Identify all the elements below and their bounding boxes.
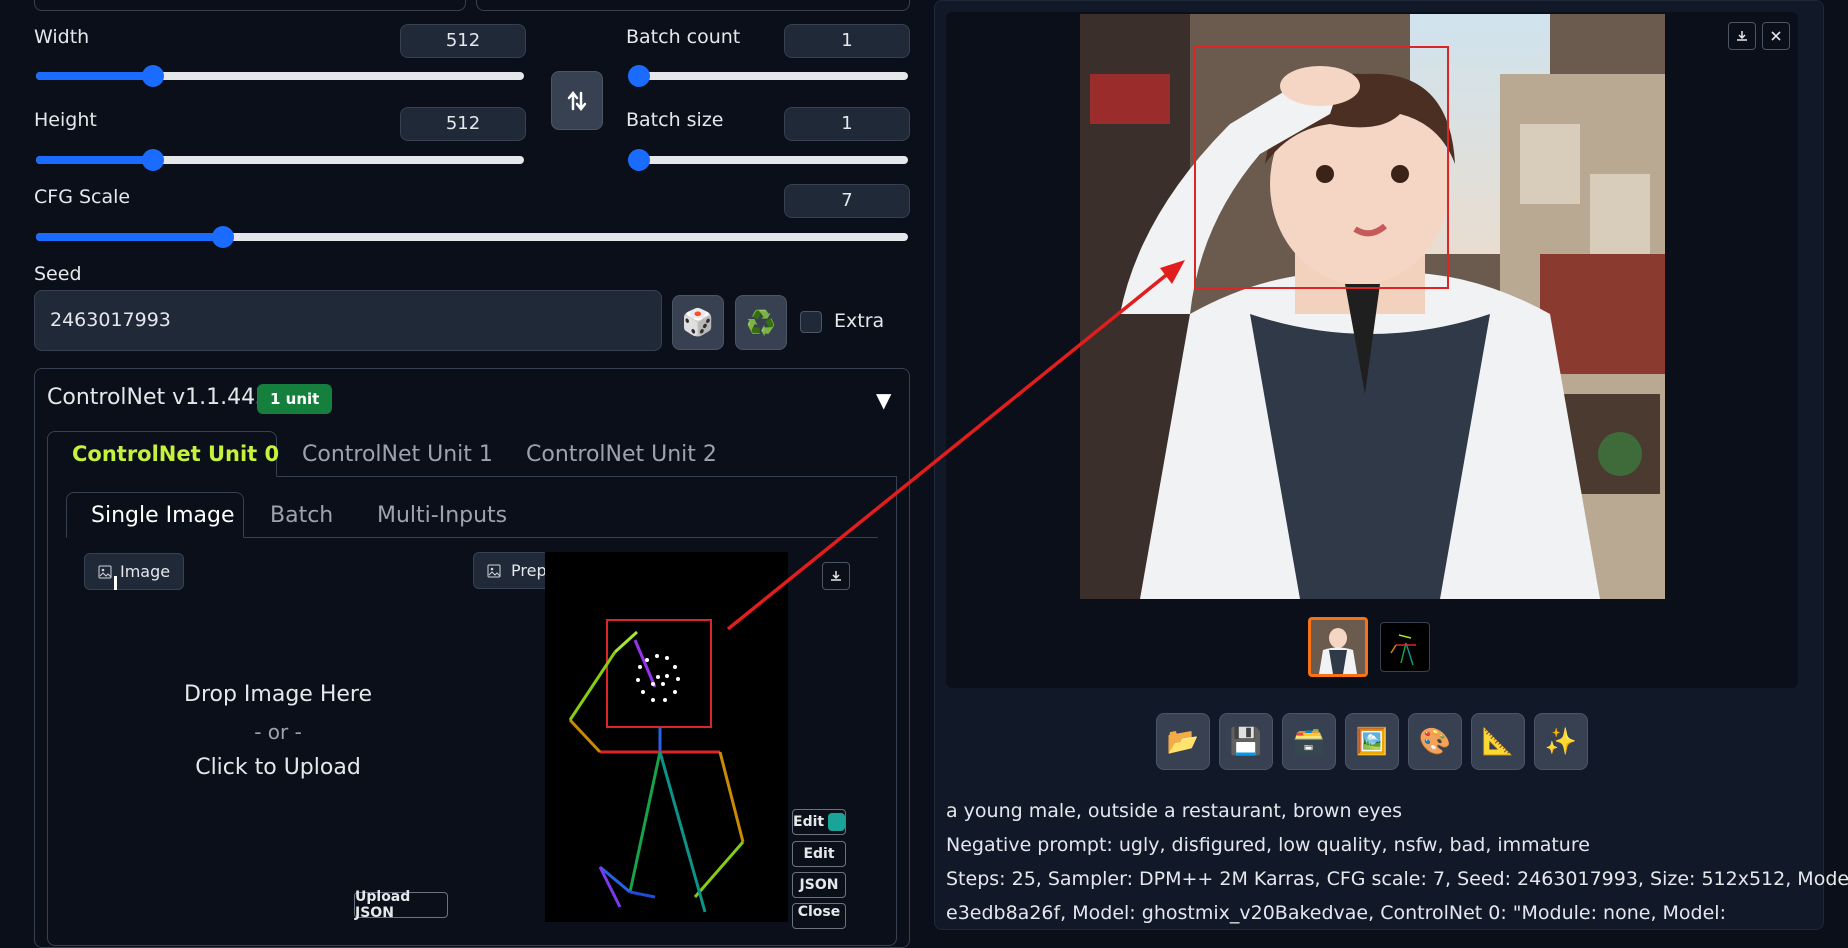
batch-count-slider[interactable] (628, 65, 908, 87)
tab-single-image-label: Single Image (91, 503, 235, 528)
floppy-disk-icon: 💾 (1229, 726, 1263, 757)
sparkles-button[interactable]: ✨ (1534, 713, 1588, 770)
download-image-button[interactable] (1728, 22, 1756, 50)
tab-unit-0-label: ControlNet Unit 0 (72, 442, 280, 466)
cfg-scale-slider[interactable] (36, 226, 908, 248)
seed-label: Seed (34, 263, 82, 285)
json-button[interactable]: JSON (792, 872, 846, 898)
triangle-ruler-icon: 📐 (1481, 726, 1515, 757)
download-preview-button[interactable] (822, 562, 850, 590)
swap-dimensions-button[interactable] (551, 71, 603, 130)
slider-fill (36, 72, 154, 80)
batch-size-input[interactable]: 1 (784, 107, 910, 141)
batch-size-slider[interactable] (628, 149, 908, 171)
save-button[interactable]: 💾 (1219, 713, 1273, 770)
controlnet-title[interactable]: ControlNet v1.1.443 (47, 385, 269, 410)
tab-batch[interactable]: Batch (270, 503, 333, 528)
folder-icon: 📂 (1166, 726, 1200, 757)
upload-json-button[interactable]: Upload JSON (354, 889, 448, 921)
close-icon (1771, 31, 1781, 41)
send-to-inpaint-button[interactable]: 🎨 (1408, 713, 1462, 770)
edit-button[interactable]: Edit (792, 841, 846, 867)
edit-photopea-label: Edit (793, 814, 825, 830)
image-tag: Image (84, 553, 185, 590)
text-cursor-icon (114, 576, 117, 590)
random-seed-button[interactable]: 🎲 (672, 295, 724, 350)
image-tag-label: Image (120, 562, 171, 581)
batch-count-label: Batch count (626, 26, 741, 48)
slider-fill (36, 233, 224, 241)
generation-negative-prompt: Negative prompt: ugly, disfigured, low q… (946, 834, 1590, 856)
zip-button[interactable]: 🗃️ (1282, 713, 1336, 770)
tab-multi-inputs[interactable]: Multi-Inputs (377, 503, 507, 528)
cfg-scale-label: CFG Scale (34, 186, 131, 208)
archive-box-icon: 🗃️ (1292, 726, 1326, 757)
top-field-left[interactable] (34, 0, 466, 11)
thumbnail-2[interactable] (1380, 622, 1430, 672)
extra-label: Extra (834, 310, 885, 332)
portrait-image-icon (1080, 14, 1665, 599)
click-to-upload-text: Click to Upload (195, 755, 361, 780)
tab-controlnet-unit-0[interactable]: ControlNet Unit 0 (47, 431, 280, 477)
tab-controlnet-unit-2[interactable]: ControlNet Unit 2 (526, 442, 717, 467)
drop-image-text: Drop Image Here (184, 682, 372, 707)
reuse-seed-button[interactable]: ♻️ (735, 295, 787, 350)
portrait-thumbnail-icon (1311, 620, 1365, 674)
download-icon (831, 571, 841, 581)
openpose-skeleton-icon (568, 619, 745, 913)
tab-single-image[interactable]: Single Image (66, 492, 244, 538)
palette-icon: 🎨 (1418, 726, 1452, 757)
collapse-triangle-icon[interactable]: ▼ (876, 388, 891, 412)
swap-arrows-icon (567, 90, 587, 111)
send-to-img2img-button[interactable]: 🖼️ (1345, 713, 1399, 770)
image-icon (98, 565, 112, 578)
width-label: Width (34, 26, 90, 48)
generation-parameters: Steps: 25, Sampler: DPM++ 2M Karras, CFG… (946, 868, 1848, 890)
generated-image[interactable] (1080, 14, 1665, 599)
send-to-extras-button[interactable]: 📐 (1471, 713, 1525, 770)
edit-photopea-button[interactable]: Edit (792, 809, 846, 835)
height-input[interactable]: 512 (400, 107, 526, 141)
image-upload-area[interactable]: Image Drop Image Here - or - Click to Up… (84, 552, 472, 932)
slider-thumb[interactable] (628, 149, 650, 171)
thumbnail-1[interactable] (1308, 617, 1368, 677)
tab-controlnet-unit-1[interactable]: ControlNet Unit 1 (302, 442, 493, 467)
generation-parameters-continued: e3edb8a26f, Model: ghostmix_v20Bakedvae,… (946, 902, 1726, 924)
pose-preview-image (545, 552, 788, 922)
extra-checkbox[interactable] (800, 311, 822, 333)
picture-icon: 🖼️ (1355, 726, 1389, 757)
dice-icon: 🎲 (681, 307, 715, 338)
batch-count-input[interactable]: 1 (784, 24, 910, 58)
slider-thumb[interactable] (212, 226, 235, 248)
close-button[interactable]: Close (792, 903, 846, 929)
width-slider[interactable] (36, 65, 524, 87)
image-icon (487, 564, 501, 577)
seed-value: 2463017993 (50, 309, 171, 331)
or-text: - or - (254, 720, 302, 744)
slider-fill (36, 156, 154, 164)
height-slider[interactable] (36, 149, 524, 171)
slider-thumb[interactable] (142, 65, 165, 87)
download-icon (1737, 31, 1747, 41)
close-image-button[interactable] (1762, 22, 1790, 50)
controlnet-units-badge: 1 unit (257, 384, 333, 414)
height-label: Height (34, 109, 97, 131)
slider-thumb[interactable] (142, 149, 165, 171)
photopea-icon (828, 813, 845, 831)
sparkles-icon: ✨ (1544, 726, 1578, 757)
batch-size-label: Batch size (626, 109, 724, 131)
cfg-scale-input[interactable]: 7 (784, 184, 910, 218)
width-input[interactable]: 512 (400, 24, 526, 58)
seed-input[interactable]: 2463017993 (34, 290, 662, 351)
pose-thumbnail-icon (1390, 634, 1416, 666)
top-field-right[interactable] (476, 0, 910, 11)
slider-thumb[interactable] (628, 65, 650, 87)
generation-prompt: a young male, outside a restaurant, brow… (946, 800, 1403, 822)
open-folder-button[interactable]: 📂 (1156, 713, 1210, 770)
recycle-icon: ♻️ (746, 308, 776, 337)
